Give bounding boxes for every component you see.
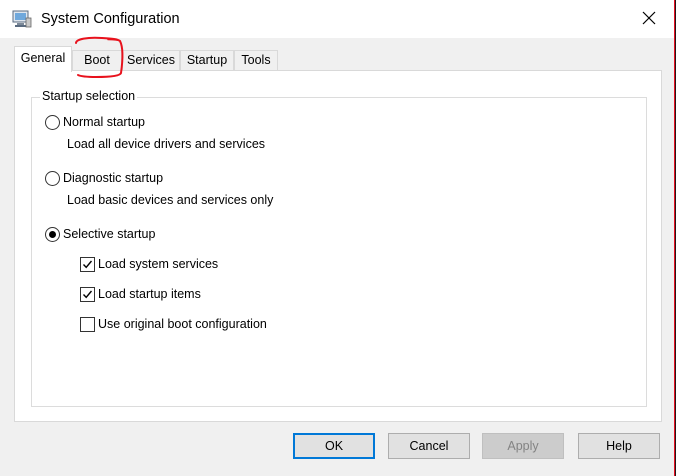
selective-startup-radio[interactable] [45, 227, 60, 242]
load-startup-items-checkbox[interactable] [80, 287, 95, 302]
system-configuration-window: System Configuration General Boot Servic… [0, 0, 675, 476]
close-icon[interactable] [640, 9, 658, 27]
tab-services[interactable]: Services [122, 50, 180, 70]
load-system-services-checkbox[interactable] [80, 257, 95, 272]
tab-startup[interactable]: Startup [180, 50, 234, 70]
diagnostic-startup-description: Load basic devices and services only [67, 193, 274, 207]
selective-startup-label[interactable]: Selective startup [63, 227, 155, 241]
ok-button[interactable]: OK [293, 433, 375, 459]
normal-startup-radio[interactable] [45, 115, 60, 130]
tab-tools[interactable]: Tools [234, 50, 278, 70]
window-title: System Configuration [41, 11, 180, 27]
diagnostic-startup-label[interactable]: Diagnostic startup [63, 171, 163, 185]
system-configuration-icon [12, 10, 32, 28]
checkmark-icon [82, 290, 93, 299]
cancel-button[interactable]: Cancel [388, 433, 470, 459]
normal-startup-description: Load all device drivers and services [67, 137, 266, 151]
checkmark-icon [82, 260, 93, 269]
normal-startup-label[interactable]: Normal startup [63, 115, 145, 129]
startup-selection-legend: Startup selection [40, 89, 138, 103]
help-button[interactable]: Help [578, 433, 660, 459]
use-original-boot-configuration-label[interactable]: Use original boot configuration [98, 317, 267, 331]
tab-general[interactable]: General [14, 46, 72, 72]
title-bar[interactable]: System Configuration [0, 0, 674, 38]
diagnostic-startup-radio[interactable] [45, 171, 60, 186]
general-tab-panel: Startup selection Normal startup Load al… [14, 70, 662, 422]
apply-button[interactable]: Apply [482, 433, 564, 459]
use-original-boot-configuration-checkbox[interactable] [80, 317, 95, 332]
tab-boot[interactable]: Boot [72, 50, 122, 70]
load-startup-items-label[interactable]: Load startup items [98, 287, 201, 301]
load-system-services-label[interactable]: Load system services [98, 257, 218, 271]
